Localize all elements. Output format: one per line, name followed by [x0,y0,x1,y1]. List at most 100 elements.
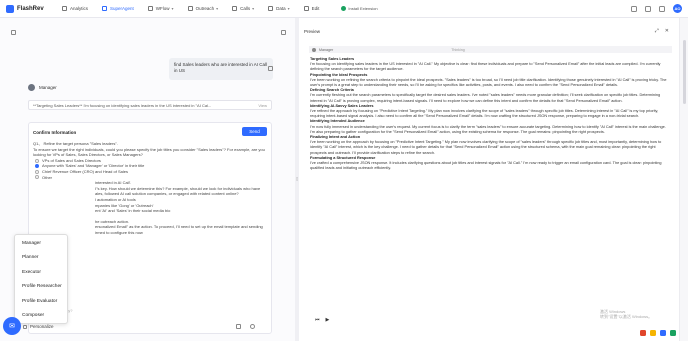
data-icon [268,6,274,11]
microphone-icon[interactable] [250,324,255,329]
edit-icon [303,6,309,11]
nav-analytics-label: Analytics [70,6,89,11]
main-nav: Analytics SuperAgent WFlow ▾ Outreach ▾ Ca… [62,6,333,11]
tray-app-icon[interactable] [650,330,656,336]
nav-analytics[interactable]: Analytics [62,6,88,11]
copy-icon[interactable] [268,66,273,71]
skip-back-icon[interactable]: ⏮ [315,317,320,323]
analytics-icon [62,6,67,11]
mail-icon[interactable] [659,5,665,12]
expand-icon[interactable]: ⤢ [655,28,659,34]
collapse-handle-icon[interactable]: ▯ [296,176,298,181]
agent-avatar [312,47,316,52]
flashrev-logo-icon [6,4,14,13]
nav-outreach[interactable]: Outreach ▾ [187,6,219,11]
nav-outreach-label: Outreach [195,6,215,11]
install-extension-label: Install Extension [348,6,378,11]
sidebar-toggle-icon[interactable] [11,30,16,35]
section-body: I've crafted a comprehensive JSON respon… [310,161,662,171]
nav-data[interactable]: Data ▾ [268,6,290,11]
radio-icon[interactable] [35,175,39,180]
system-tray [636,330,676,336]
chevron-down-icon: ▾ [287,6,290,11]
playback-controls: ⏮ ▶ [315,317,335,323]
tray-app-icon[interactable] [640,330,646,336]
nav-superagent-label: SuperAgent [110,6,134,11]
nav-superagent[interactable]: SuperAgent [102,6,134,11]
nav-edit[interactable]: Edit [303,6,320,11]
header-actions: AO [623,4,682,13]
view-link[interactable]: View [258,103,267,108]
personalize-toggle[interactable]: Personalize [23,324,54,329]
menu-item-profile-researcher[interactable]: Profile Researcher [15,280,67,294]
option-label: Chief Revenue Officer (CRO) and Head of … [42,168,128,174]
scrollbar-thumb[interactable] [683,40,686,104]
settings-icon[interactable] [281,30,286,35]
menu-item-composer[interactable]: Composer [15,309,67,323]
agent-dropdown-menu: Manager Planner Executor Profile Researc… [14,234,68,324]
superagent-icon [102,6,108,11]
chat-input-area[interactable] [14,342,262,356]
outreach-icon [187,6,193,11]
menu-item-executor[interactable]: Executor [15,266,67,280]
nav-calls[interactable]: Calls ▾ [232,6,254,11]
chat-icon[interactable]: ✉ [3,317,21,335]
avatar[interactable]: AO [673,4,682,13]
windows-activation-watermark: 激活 Windows 转到"设置"以激活 Windows。 [600,309,652,319]
watermark-line-2: 转到"设置"以激活 Windows。 [600,314,653,319]
brand-logo[interactable]: FlashRev [6,4,52,13]
section-body: I'm now fully immersed in understanding … [310,124,666,134]
nav-wflow-label: WFlow [155,6,170,11]
top-navigation-bar: FlashRev Analytics SuperAgent WFlow ▾ Out… [0,0,688,18]
nav-wflow[interactable]: WFlow ▾ [147,6,174,11]
preview-title: Preview [304,29,321,34]
nav-data-label: Data [276,6,286,11]
help-icon[interactable] [645,5,651,12]
section-body: I've refined the approach by focusing on… [310,109,659,119]
agent-summary-text: **Targeting Sales Leaders** I'm focusing… [33,102,212,108]
nav-calls-label: Calls [240,6,251,11]
radio-icon[interactable] [35,169,39,174]
agent-avatar [28,84,35,91]
reasoning-document: Targeting Sales Leaders I'm focusing on … [310,57,670,171]
agent-name: Manager [39,85,57,90]
section-body: I'm focusing on identifying sales leader… [310,62,661,72]
preview-actions: ⤢ ✕ [649,28,669,34]
radio-selected-icon[interactable] [35,164,39,169]
confirm-body: Q1、 Refine the target persona "Sales lea… [33,141,269,236]
tray-app-icon[interactable] [660,330,666,336]
menu-item-planner[interactable]: Planner [15,251,67,265]
page-scrollbar[interactable] [679,18,688,341]
install-extension-link[interactable]: Install Extension [341,6,378,11]
section-body: I've been working on refining the search… [310,77,667,88]
notification-icon[interactable] [631,5,637,12]
attach-icon[interactable] [236,324,241,329]
preview-panel: Preview ⤢ ✕ Manager Thinking Targeting S… [299,18,679,341]
section-body: I'm currently fleshing out the search pa… [310,93,661,103]
chrome-icon [341,6,347,11]
send-button[interactable]: Send [242,127,267,136]
confirm-title: Confirm Information [33,130,77,135]
menu-item-manager[interactable]: Manager [15,237,67,251]
section-body: I've been working on the approach by foc… [310,140,662,155]
preview-status: Thinking [451,47,465,52]
radio-icon[interactable] [35,158,39,163]
calls-icon [232,6,238,11]
agent-thought-summary[interactable]: **Targeting Sales Leaders** I'm focusing… [28,100,272,110]
personalize-icon [23,324,27,329]
play-icon[interactable]: ▶ [326,317,330,323]
question-3-text-b: irmed to configure this now [95,229,143,235]
wflow-icon [147,6,153,11]
menu-item-profile-evaluator[interactable]: Profile Evaluator [15,295,67,309]
agent-header: Manager [28,84,57,91]
chevron-down-icon: ▾ [171,6,174,11]
chevron-down-icon: ▾ [216,6,219,11]
personalize-label: Personalize [30,324,54,329]
tray-app-icon[interactable] [670,330,676,336]
preview-agent-bar: Manager Thinking [309,46,672,53]
nav-edit-label: Edit [311,6,320,11]
preview-agent-name: Manager [319,47,334,52]
close-icon[interactable]: ✕ [665,28,669,34]
option-label: Other [42,174,53,180]
brand-name: FlashRev [17,5,44,12]
